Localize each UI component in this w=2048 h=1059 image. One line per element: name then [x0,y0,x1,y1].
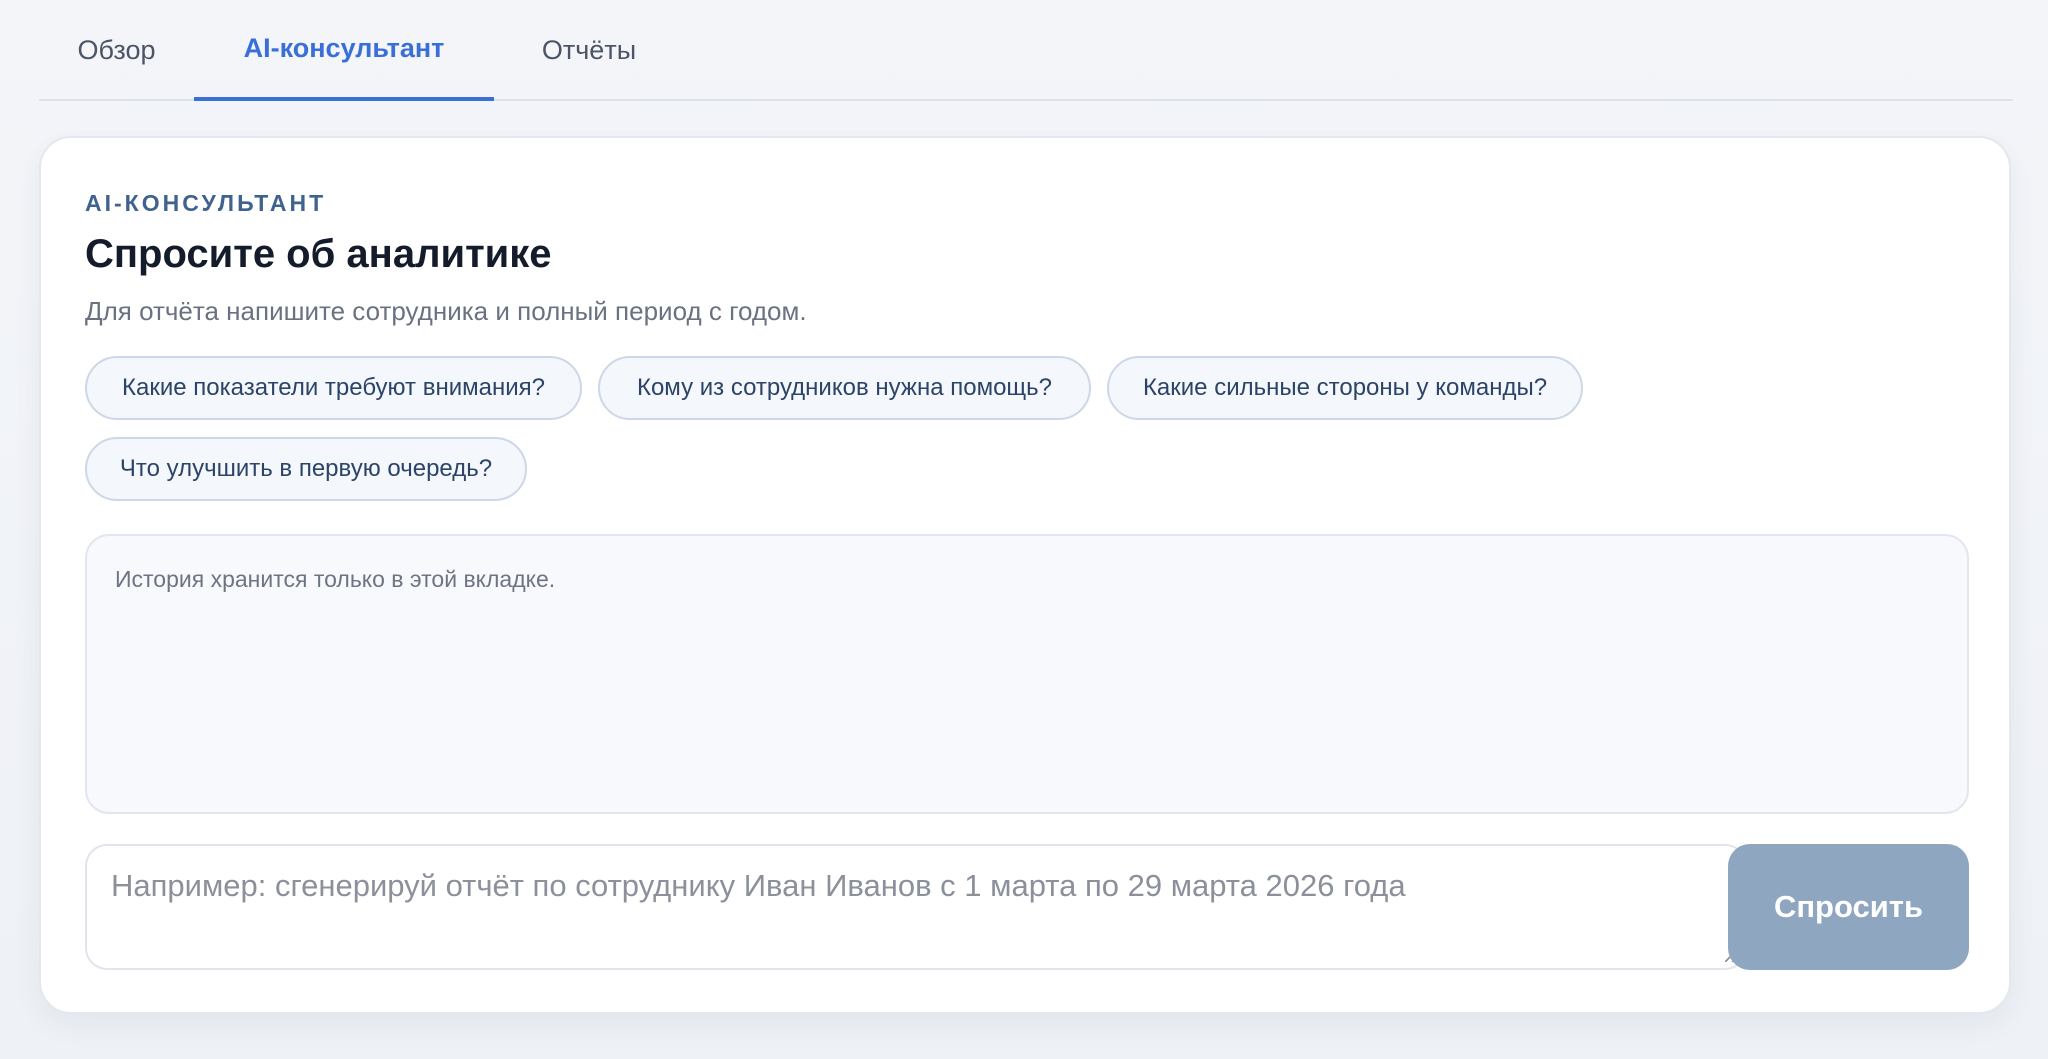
panel-eyebrow: AI-КОНСУЛЬТАНТ [85,190,327,216]
question-input[interactable] [87,846,1745,968]
tab-overview[interactable]: Обзор [39,0,194,100]
chat-history[interactable]: История хранится только в этой вкладке. [85,534,1969,814]
tab-ai-consultant[interactable]: AI-консультант [194,0,494,101]
tab-reports[interactable]: Отчёты [494,0,684,100]
suggestion-chip-improve-first[interactable]: Что улучшить в первую очередь? [85,437,527,501]
question-input-wrapper [85,844,1747,970]
page-title: Спросите об аналитике [85,232,552,276]
suggestion-chip-employees-help[interactable]: Кому из сотрудников нужна помощь? [598,356,1091,420]
tab-bar: Обзор AI-консультант Отчёты [39,0,2013,101]
ask-button[interactable]: Спросить [1728,844,1969,970]
suggestion-chip-team-strengths[interactable]: Какие сильные стороны у команды? [1107,356,1583,420]
panel-subtitle: Для отчёта напишите сотрудника и полный … [85,296,807,326]
ai-consultant-panel: AI-КОНСУЛЬТАНТ Спросите об аналитике Для… [39,136,2011,1014]
chat-history-empty-text: История хранится только в этой вкладке. [115,566,556,592]
suggestion-chip-attention-metrics[interactable]: Какие показатели требуют внимания? [85,356,582,420]
